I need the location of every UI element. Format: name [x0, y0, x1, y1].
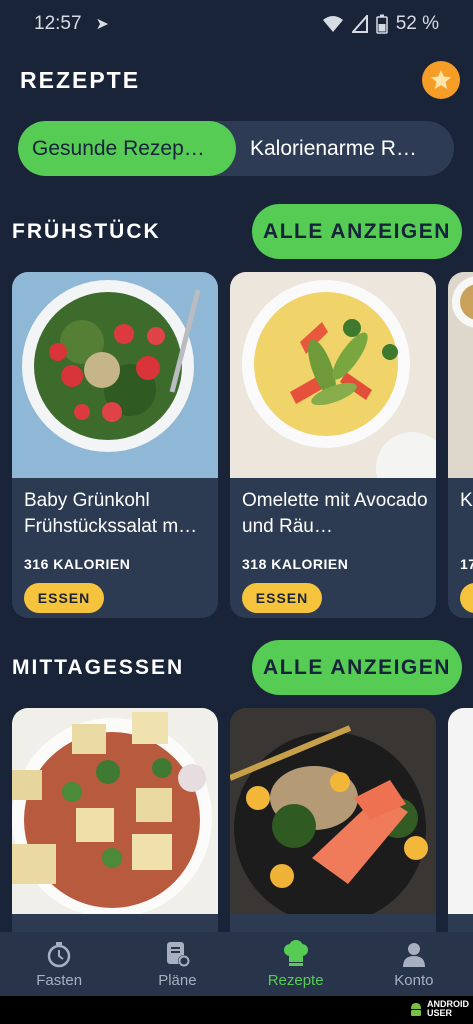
recipe-photo-kale-salad: [12, 272, 218, 478]
show-all-breakfast-button[interactable]: ALLE ANZEIGEN: [252, 204, 462, 259]
section-title-breakfast: FRÜHSTÜCK: [12, 219, 161, 243]
system-navigation-bar: [0, 996, 473, 1024]
signal-icon: [351, 15, 368, 33]
breakfast-card-row: Baby Grünkohl Frühstückssalat m… 316 KAL…: [12, 272, 473, 618]
nav-label-konto: Konto: [394, 971, 434, 989]
recipe-name: Omelette mit Avocado und Räu…: [242, 490, 428, 537]
tab-low-calorie[interactable]: Kalorienarme R…: [236, 121, 454, 176]
watermark-line2: USER: [427, 1008, 453, 1018]
recipe-card[interactable]: K… J… 17…: [448, 272, 473, 618]
star-icon: [431, 70, 451, 89]
nav-konto[interactable]: Konto: [355, 932, 473, 996]
nav-plaene[interactable]: Pläne: [118, 932, 236, 996]
battery-percent: 52 %: [395, 13, 439, 34]
status-bar: 12:57 ➤ 52 %: [0, 0, 473, 48]
recipe-photo-salmon: [230, 708, 436, 914]
recipe-card[interactable]: [448, 708, 473, 932]
android-robot-icon: [411, 1003, 421, 1016]
recipe-calories: 17…: [460, 556, 473, 572]
nav-label-fasten: Fasten: [36, 971, 83, 989]
nav-label-rezepte: Rezepte: [267, 971, 324, 989]
notification-icon: ➤: [95, 16, 109, 33]
recipe-card[interactable]: [12, 708, 218, 932]
section-title-lunch: MITTAGESSEN: [12, 655, 185, 679]
tab-healthy-recipes[interactable]: Gesunde Rezep…: [18, 121, 236, 176]
eat-button[interactable]: ESSEN: [24, 583, 104, 613]
recipe-photo-tofu-salad: [12, 708, 218, 914]
chef-hat-icon: [283, 939, 308, 966]
show-all-lunch-button[interactable]: ALLE ANZEIGEN: [252, 640, 462, 695]
wifi-icon: [322, 16, 343, 32]
recipe-card[interactable]: Baby Grünkohl Frühstückssalat m… 316 KAL…: [12, 272, 218, 618]
nav-rezepte[interactable]: Rezepte: [237, 932, 355, 996]
recipe-name: K… J…: [460, 490, 473, 511]
favorites-button[interactable]: [422, 61, 460, 99]
section-header-breakfast: FRÜHSTÜCK ALLE ANZEIGEN: [12, 204, 462, 259]
recipe-name: Baby Grünkohl Frühstückssalat m…: [24, 490, 198, 537]
watermark-text: ANDROID USER: [427, 1000, 469, 1018]
plan-icon: [167, 941, 191, 967]
person-icon: [402, 942, 425, 967]
stopwatch-icon: [47, 941, 71, 967]
nav-fasten[interactable]: Fasten: [0, 932, 118, 996]
recipe-card[interactable]: [230, 708, 436, 932]
section-header-lunch: MITTAGESSEN ALLE ANZEIGEN: [12, 640, 462, 695]
status-right: 52 %: [322, 13, 439, 35]
recipe-photo-partial: [448, 272, 473, 478]
category-tabs: Gesunde Rezep… Kalorienarme R…: [18, 121, 454, 176]
eat-button[interactable]: ESSEN: [242, 583, 322, 613]
nav-label-plaene: Pläne: [158, 971, 197, 989]
status-time: 12:57: [34, 13, 82, 34]
page-title: REZEPTE: [20, 66, 141, 93]
recipe-photo-partial: [448, 708, 473, 914]
watermark: ANDROID USER: [408, 1000, 469, 1018]
battery-icon: [375, 14, 388, 34]
bottom-navigation: Fasten Pläne Rezepte Konto: [0, 932, 473, 996]
recipe-calories: 316 KALORIEN: [24, 556, 131, 572]
page-header: REZEPTE: [20, 61, 460, 99]
lunch-card-row: [12, 708, 473, 932]
eat-button[interactable]: [460, 583, 473, 613]
recipe-card[interactable]: Omelette mit Avocado und Räu… 318 KALORI…: [230, 272, 436, 618]
recipe-photo-omelette: [230, 272, 436, 478]
recipe-calories: 318 KALORIEN: [242, 556, 349, 572]
